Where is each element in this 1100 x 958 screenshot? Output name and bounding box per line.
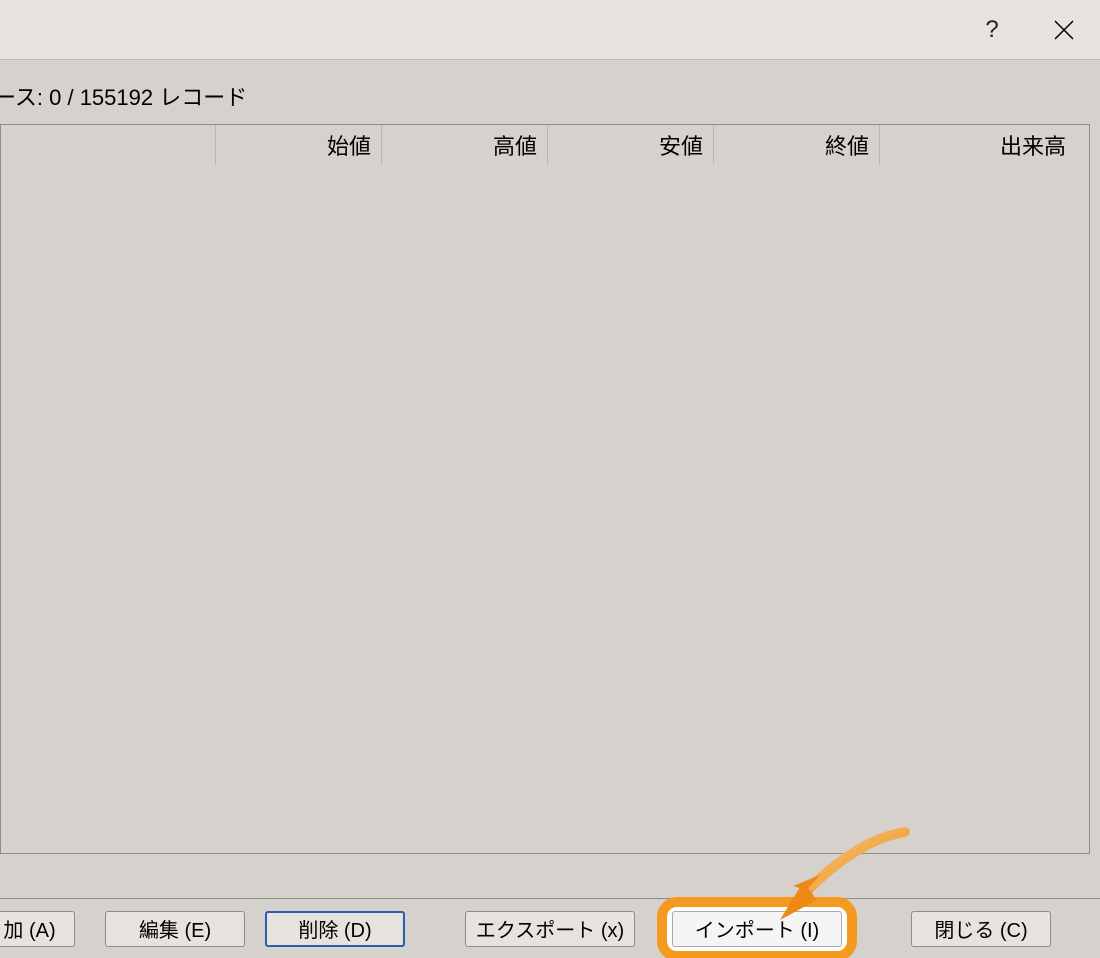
dialog-button-row: 加 (A) 編集 (E) 削除 (D) エクスポート (x) インポート (I)… [0,898,1100,958]
window-close-button[interactable] [1028,0,1100,60]
table-header-row: 始値 高値 安値 終値 出来高 [1,125,1089,165]
table-body-empty [1,165,1089,853]
edit-button[interactable]: 編集 (E) [105,911,245,947]
column-header-low[interactable]: 安値 [548,125,714,164]
data-table: 始値 高値 安値 終値 出来高 [0,124,1090,854]
help-button[interactable]: ? [956,0,1028,60]
dialog-content: ース: 0 / 155192 レコード 始値 高値 安値 終値 出来高 [0,60,1100,898]
column-header-close[interactable]: 終値 [714,125,880,164]
import-button[interactable]: インポート (I) [672,911,842,947]
column-header-volume[interactable]: 出来高 [880,125,1076,164]
column-header-blank[interactable] [1,125,216,164]
titlebar: ? [0,0,1100,60]
close-button[interactable]: 閉じる (C) [911,911,1051,947]
export-button[interactable]: エクスポート (x) [465,911,635,947]
close-icon [1053,19,1075,41]
column-header-open[interactable]: 始値 [216,125,382,164]
record-status-text: ース: 0 / 155192 レコード [0,60,1100,124]
import-button-highlight: インポート (I) [657,897,857,958]
delete-button[interactable]: 削除 (D) [265,911,405,947]
column-header-high[interactable]: 高値 [382,125,548,164]
add-button[interactable]: 加 (A) [0,911,75,947]
